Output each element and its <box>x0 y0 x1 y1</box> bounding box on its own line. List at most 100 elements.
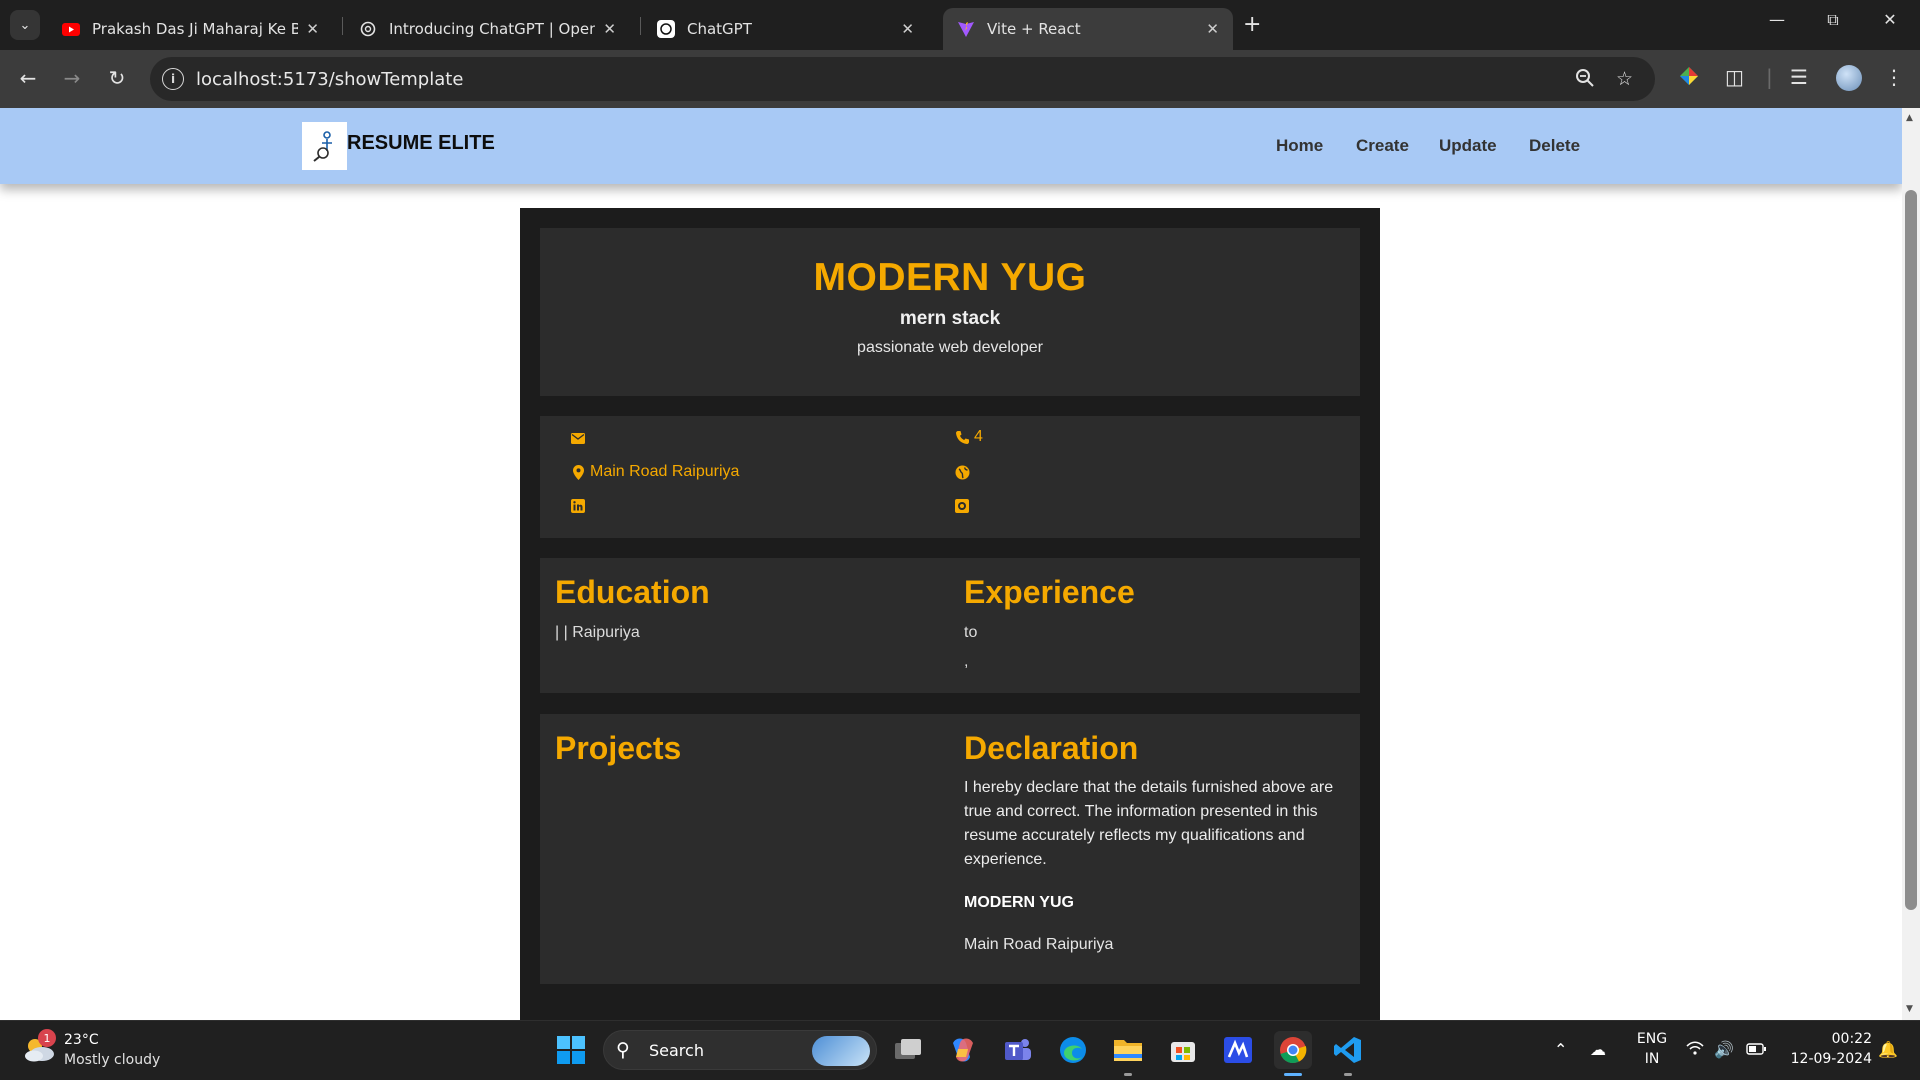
tab-youtube[interactable]: Prakash Das Ji Maharaj Ke Bhajan ✕ <box>48 8 333 50</box>
wifi-icon[interactable] <box>1686 1040 1704 1059</box>
running-indicator <box>1344 1073 1352 1076</box>
education-text: | | Raipuriya <box>555 624 640 641</box>
reload-button[interactable]: ↻ <box>103 66 131 90</box>
vite-icon <box>957 20 975 38</box>
start-button[interactable] <box>552 1031 590 1069</box>
store-icon <box>1171 1042 1195 1062</box>
running-indicator <box>1124 1073 1132 1076</box>
globe-icon <box>954 464 970 480</box>
close-window-button[interactable]: ✕ <box>1875 10 1905 29</box>
contact-email <box>570 430 590 446</box>
scroll-thumb[interactable] <box>1905 190 1917 910</box>
color-extension-icon[interactable] <box>1678 65 1700 92</box>
blue-app-icon <box>1224 1037 1252 1063</box>
github-icon <box>954 498 970 514</box>
restore-button[interactable]: ⧉ <box>1818 10 1848 30</box>
copilot-app[interactable] <box>944 1031 982 1069</box>
nav-update[interactable]: Update <box>1439 136 1497 156</box>
tab-title: Prakash Das Ji Maharaj Ke Bhajan <box>92 20 299 38</box>
experience-title: Experience <box>964 574 1135 610</box>
weather-temp: 23°C <box>64 1032 99 1048</box>
contact-address-text: Main Road Raipuriya <box>590 463 740 480</box>
tab-chatgpt[interactable]: ChatGPT ✕ <box>643 8 928 50</box>
resume-header: MODERN YUG mern stack passionate web dev… <box>540 228 1360 396</box>
store-app[interactable] <box>1164 1031 1202 1069</box>
resume-template: MODERN YUG mern stack passionate web dev… <box>520 208 1380 1020</box>
address-bar[interactable]: i localhost:5173/showTemplate ☆ <box>150 57 1655 101</box>
location-pin-icon <box>570 464 586 480</box>
url-text[interactable]: localhost:5173/showTemplate <box>196 69 463 90</box>
edge-icon <box>1060 1037 1086 1063</box>
browser-menu-icon[interactable]: ⋮ <box>1884 65 1904 89</box>
contact-website <box>954 464 974 480</box>
notification-bell-icon[interactable]: 🔔 <box>1878 1040 1898 1059</box>
resume-name: MODERN YUG <box>813 256 1087 299</box>
windows-taskbar: 1 23°C Mostly cloudy ⚲ Search ⌃ ☁ ENG IN… <box>0 1020 1920 1080</box>
close-icon[interactable]: ✕ <box>1206 20 1219 38</box>
scroll-up-arrow-icon[interactable]: ▲ <box>1906 113 1913 123</box>
close-icon[interactable]: ✕ <box>306 20 319 38</box>
browser-toolbar: ← → ↻ i localhost:5173/showTemplate ☆ ◫ … <box>0 50 1920 108</box>
projects-declaration-section: Projects Declaration I hereby declare th… <box>540 714 1360 984</box>
experience-extra: , <box>964 653 969 670</box>
media-control-icon[interactable]: ☰ <box>1790 65 1808 89</box>
search-highlight-art <box>812 1036 870 1066</box>
youtube-icon <box>62 20 80 38</box>
vscode-icon <box>1334 1037 1361 1063</box>
teams-app[interactable] <box>999 1031 1037 1069</box>
contact-linkedin <box>570 498 590 514</box>
tab-openai[interactable]: Introducing ChatGPT | OpenAI ✕ <box>345 8 630 50</box>
nav-home[interactable]: Home <box>1276 136 1323 156</box>
new-tab-button[interactable]: + <box>1243 12 1261 37</box>
arrow-right-icon: → <box>63 66 81 90</box>
active-indicator <box>1284 1073 1302 1076</box>
minimize-button[interactable]: — <box>1762 10 1792 29</box>
site-brand[interactable]: RESUME ELITE <box>347 132 495 155</box>
volume-icon[interactable]: 🔊 <box>1714 1040 1734 1059</box>
extensions-puzzle-icon[interactable]: ◫ <box>1725 65 1744 89</box>
onedrive-cloud-icon[interactable]: ☁ <box>1590 1040 1606 1059</box>
taskbar-search-label: Search <box>649 1041 704 1060</box>
chevron-up-icon[interactable]: ⌃ <box>1554 1040 1567 1059</box>
zoom-icon[interactable] <box>1575 68 1595 93</box>
chevron-down-icon: ⌄ <box>19 17 31 33</box>
forward-button[interactable]: → <box>58 66 86 90</box>
site-navbar: RESUME ELITE Home Create Update Delete <box>0 108 1902 184</box>
linkedin-icon <box>570 498 586 514</box>
clock-date[interactable]: 12-09-2024 <box>1782 1051 1872 1067</box>
page-scrollbar[interactable]: ▲ ▼ <box>1902 108 1920 1020</box>
declaration-text: I hereby declare that the details furnis… <box>964 779 1334 868</box>
tab-divider <box>342 17 343 35</box>
region-code[interactable]: IN <box>1632 1051 1672 1067</box>
reload-icon: ↻ <box>108 66 126 90</box>
education-title: Education <box>555 574 710 610</box>
task-view-button[interactable] <box>889 1031 927 1069</box>
envelope-icon <box>570 430 586 446</box>
vscode-app[interactable] <box>1329 1031 1367 1069</box>
back-button[interactable]: ← <box>14 66 42 90</box>
tab-search-button[interactable]: ⌄ <box>10 10 40 40</box>
bookmark-star-icon[interactable]: ☆ <box>1616 68 1633 90</box>
taskbar-search[interactable]: ⚲ Search <box>603 1030 877 1070</box>
resume-contact: 4 Main Road Raipuriya <box>540 416 1360 538</box>
file-explorer-app[interactable] <box>1109 1031 1147 1069</box>
close-icon[interactable]: ✕ <box>603 20 616 38</box>
tab-vite-react[interactable]: Vite + React ✕ <box>943 8 1233 50</box>
nav-create[interactable]: Create <box>1356 136 1409 156</box>
close-icon[interactable]: ✕ <box>901 20 914 38</box>
app-launcher-blue[interactable] <box>1219 1031 1257 1069</box>
folder-icon <box>1114 1040 1142 1061</box>
logo-person-icon <box>312 131 332 162</box>
clock-time[interactable]: 00:22 <box>1782 1031 1872 1047</box>
chrome-app[interactable] <box>1274 1031 1312 1069</box>
battery-icon[interactable] <box>1746 1040 1766 1059</box>
site-info-icon[interactable]: i <box>162 68 184 90</box>
declaration-title: Declaration <box>964 730 1139 766</box>
language-code[interactable]: ENG <box>1632 1031 1672 1047</box>
site-logo[interactable] <box>302 122 347 170</box>
profile-avatar[interactable] <box>1836 65 1862 91</box>
tab-title: ChatGPT <box>687 20 752 38</box>
edge-app[interactable] <box>1054 1031 1092 1069</box>
nav-delete[interactable]: Delete <box>1529 136 1580 156</box>
scroll-down-arrow-icon[interactable]: ▼ <box>1906 1004 1913 1014</box>
